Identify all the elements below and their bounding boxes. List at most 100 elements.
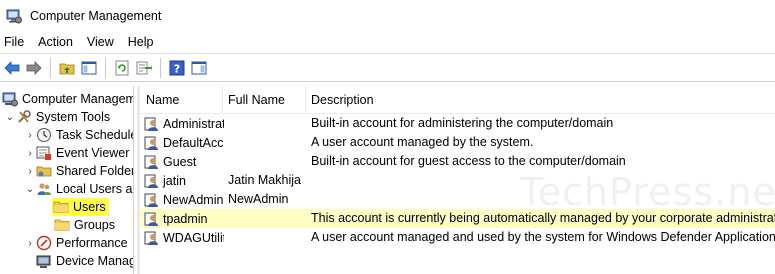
back-icon (4, 60, 20, 75)
refresh-icon (115, 60, 129, 75)
toolbar-separator (50, 57, 51, 78)
user-description: This account is currently being automati… (311, 211, 775, 225)
tree-item-performance[interactable]: › Performance (24, 234, 128, 252)
device-manager-icon (36, 253, 52, 269)
chevron-right-icon[interactable]: › (24, 148, 36, 159)
show-hide-tree-icon (81, 61, 97, 74)
user-name: tpadmin (163, 212, 208, 226)
users-group-icon (36, 181, 52, 197)
tree-label: Task Scheduler (56, 128, 134, 142)
tree-item-users[interactable]: Users (52, 198, 109, 216)
user-name: Guest (163, 155, 197, 169)
column-divider[interactable] (305, 86, 306, 112)
chevron-right-icon[interactable]: › (24, 166, 36, 177)
table-row[interactable]: tpadmin This account is currently being … (140, 209, 775, 228)
back-button[interactable] (2, 58, 22, 78)
user-description: A user account managed by the system. (311, 135, 534, 149)
user-name: WDAGUtilityAccount (163, 231, 224, 245)
menu-view[interactable]: View (81, 35, 122, 49)
tree-item-local-users-and-groups[interactable]: ⌄ Local Users and Groups (24, 180, 133, 198)
chevron-right-icon[interactable]: › (24, 238, 36, 249)
tree-item-groups[interactable]: Groups (54, 216, 115, 234)
user-icon (144, 212, 158, 226)
selection-highlight: Users (52, 198, 109, 216)
export-list-button[interactable] (134, 58, 154, 78)
tree-label: Users (73, 200, 106, 214)
chevron-right-icon[interactable]: › (24, 130, 36, 141)
performance-icon (36, 235, 52, 251)
tree-item-task-scheduler[interactable]: › Task Scheduler (24, 126, 134, 144)
table-row[interactable]: Administrator Built-in account for admin… (140, 114, 775, 133)
tree-item-system-tools[interactable]: ⌄ System Tools (4, 108, 110, 126)
shared-folder-icon (36, 163, 52, 179)
toolbar-separator (105, 57, 106, 78)
tree-label: Device Manager (56, 254, 133, 268)
computer-management-icon (6, 9, 22, 24)
console-tree: Computer Management (Local) ⌄ System Too… (0, 86, 134, 274)
tree-label: Event Viewer (56, 146, 130, 160)
user-name: NewAdmin (163, 193, 224, 207)
user-name: DefaultAccount (163, 136, 224, 150)
tools-icon (16, 109, 32, 125)
column-header-name[interactable]: Name (146, 93, 179, 107)
table-row[interactable]: DefaultAccount A user account managed by… (140, 133, 775, 152)
tree-item-device-manager[interactable]: Device Manager (36, 252, 133, 270)
svg-text:?: ? (174, 62, 180, 75)
window-title: Computer Management (30, 9, 162, 23)
user-description: A user account managed and used by the s… (311, 230, 775, 244)
user-name: Administrator (163, 117, 224, 131)
show-hide-action-pane-button[interactable] (189, 58, 209, 78)
user-icon (144, 136, 158, 150)
tree-label: Shared Folders (56, 164, 134, 178)
forward-button[interactable] (24, 58, 44, 78)
tree-item-computer-management[interactable]: Computer Management (Local) (2, 90, 133, 108)
user-icon (144, 117, 158, 131)
tree-item-event-viewer[interactable]: › Event Viewer (24, 144, 129, 162)
table-row[interactable]: NewAdmin NewAdmin (140, 190, 775, 209)
menu-file[interactable]: File (0, 35, 32, 49)
user-name: jatin (163, 174, 186, 188)
tree-label: Groups (74, 218, 115, 232)
user-icon (144, 155, 158, 169)
table-row[interactable]: Guest Built-in account for guest access … (140, 152, 775, 171)
menu-help[interactable]: Help (122, 35, 162, 49)
toolbar-separator (160, 57, 161, 78)
up-folder-button[interactable] (57, 58, 77, 78)
column-divider[interactable] (222, 86, 223, 112)
tree-label: Local Users and Groups (56, 182, 133, 196)
toolbar: ? (0, 53, 775, 82)
tree-label: Performance (56, 236, 128, 250)
up-folder-icon (59, 63, 75, 74)
users-list-view: Name Full Name Description Administrator… (140, 86, 775, 274)
refresh-button[interactable] (112, 58, 132, 78)
folder-icon (54, 217, 70, 233)
user-icon (144, 174, 158, 188)
user-full-name: NewAdmin (228, 192, 289, 206)
user-icon (144, 231, 158, 245)
computer-management-icon (2, 91, 18, 107)
user-full-name: Jatin Makhija (228, 173, 301, 187)
table-row[interactable]: WDAGUtilityAccount A user account manage… (140, 228, 775, 247)
column-header-description[interactable]: Description (311, 93, 374, 107)
column-header-full-name[interactable]: Full Name (228, 93, 285, 107)
clock-icon (36, 127, 52, 143)
help-icon: ? (169, 60, 185, 75)
chevron-down-icon[interactable]: ⌄ (4, 112, 16, 123)
title-bar: Computer Management (0, 0, 775, 32)
help-button[interactable]: ? (167, 58, 187, 78)
show-hide-action-pane-icon (191, 61, 207, 74)
folder-icon (53, 199, 69, 215)
user-icon (144, 193, 158, 207)
event-viewer-icon (36, 145, 52, 161)
export-list-icon (136, 61, 152, 74)
forward-icon (26, 60, 42, 75)
user-description: Built-in account for guest access to the… (311, 154, 626, 168)
chevron-down-icon[interactable]: ⌄ (24, 184, 36, 195)
tree-label: System Tools (36, 110, 111, 124)
table-row[interactable]: jatin Jatin Makhija (140, 171, 775, 190)
menu-bar: File Action View Help (0, 32, 775, 52)
tree-item-shared-folders[interactable]: › Shared Folders (24, 162, 134, 180)
tree-label: Computer Management (Local) (22, 92, 133, 106)
menu-action[interactable]: Action (32, 35, 81, 49)
show-hide-tree-button[interactable] (79, 58, 99, 78)
